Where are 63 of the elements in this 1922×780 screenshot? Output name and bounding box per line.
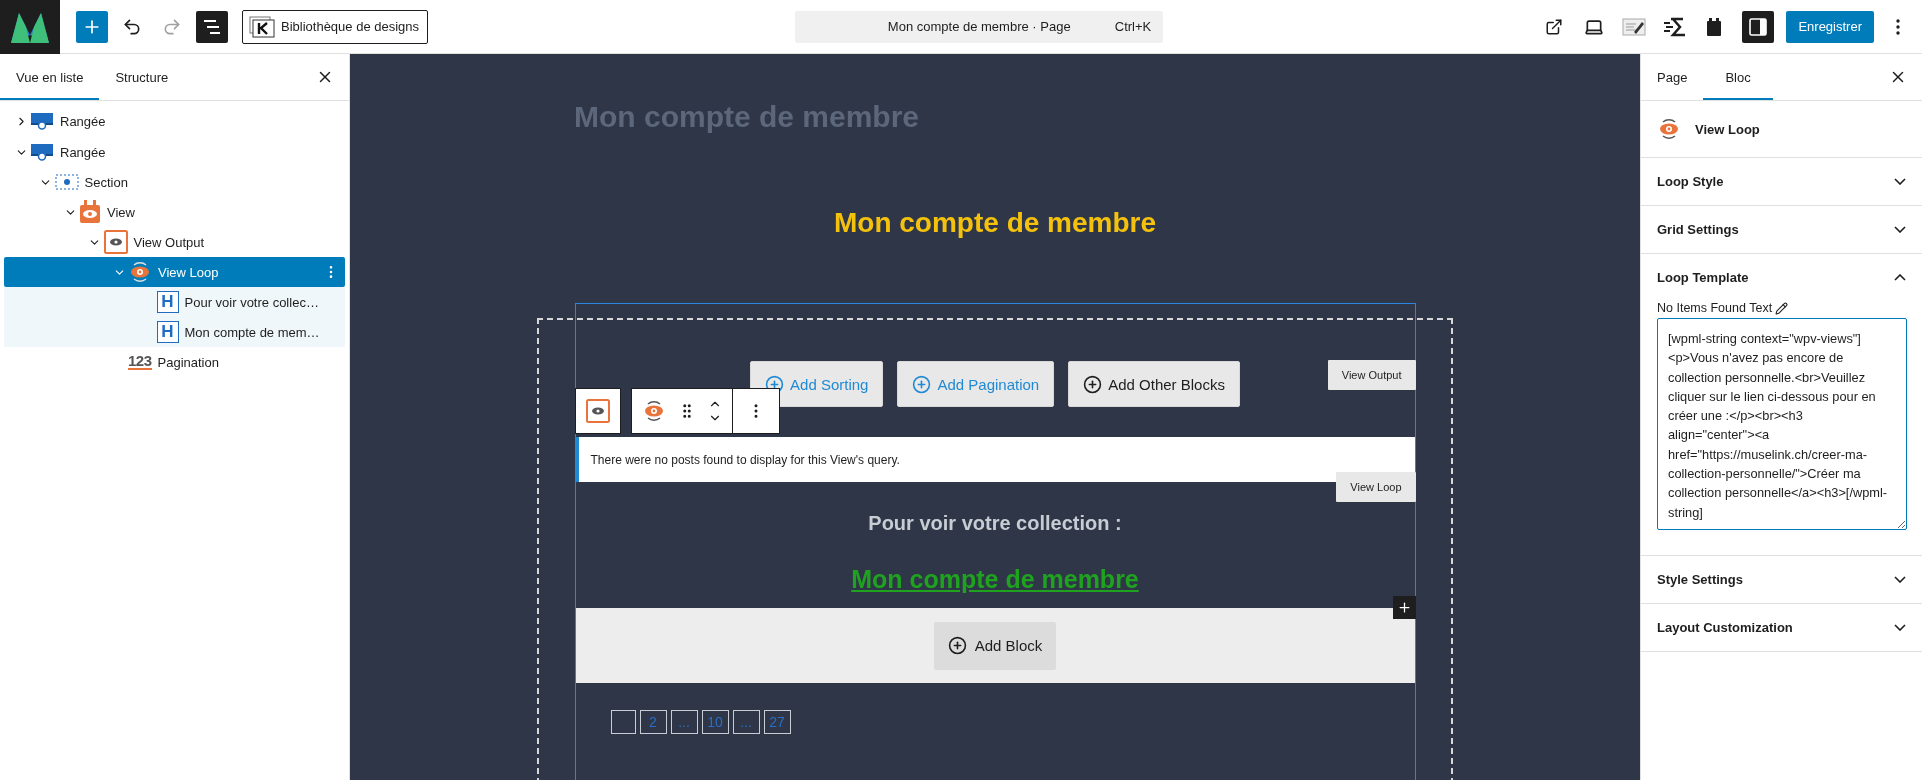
circle-plus-icon (1083, 374, 1103, 394)
chevron-down-icon (1894, 226, 1906, 233)
tree-item[interactable]: H Mon compte de mem… (4, 317, 345, 347)
text-area[interactable]: [wpml-string context="wpv-views"]<p>Vous n'avez pas encore de collection personnelle.<br>Veuillez cliquer sur le lien ci-dessous pour en créer une :</p><br><h3 align="center"><a href="https://muselink.ch/creer-ma-collection-personnelle/">Créer ma collection personnelle</a><h3>[/wpml-string] (1657, 318, 1907, 530)
panel-tab[interactable]: Structure (99, 54, 185, 100)
notice-text: There were no posts found to display for this View's query. (575, 437, 1415, 482)
save-button[interactable]: Enregistrer (1786, 10, 1874, 43)
eye-icon (79, 200, 101, 224)
chevron-down-icon (1894, 178, 1906, 185)
tree-item[interactable]: H Pour voir votre collec… (4, 287, 345, 317)
tree-item[interactable]: 123 Pagination (4, 347, 345, 377)
panel-section-header[interactable]: Loop Style (1641, 158, 1922, 205)
row-icon (30, 143, 54, 161)
tree-item[interactable]: Section (4, 167, 345, 197)
add-button[interactable]: Add Other Blocks (1068, 361, 1240, 407)
loop-heading: Pour voir votre collection : (868, 512, 1122, 535)
logo-icon[interactable] (0, 0, 60, 54)
tree-item[interactable]: Rangée (4, 137, 345, 167)
panel-section-header[interactable]: Loop Template (1641, 254, 1922, 301)
field-label: No Items Found Text (1657, 301, 1773, 315)
section-icon (54, 174, 79, 190)
command-bar[interactable]: Mon compte de membre · Page Ctrl+K (795, 10, 1164, 43)
panel-section-header[interactable]: Style Settings (1641, 556, 1922, 603)
undo-icon (122, 16, 142, 37)
panel-tab[interactable]: Bloc (1703, 54, 1773, 100)
block-title: View Loop (1695, 121, 1760, 137)
eye-icon (128, 260, 152, 284)
panel-tab[interactable]: Page (1641, 54, 1704, 100)
page-button[interactable] (610, 710, 636, 734)
heading-icon: H (156, 321, 179, 343)
chevron-up-icon (1894, 274, 1906, 281)
list-view-icon (202, 18, 222, 35)
panel-section-header[interactable]: Grid Settings (1641, 206, 1922, 253)
circle-plus-icon (912, 374, 932, 394)
circle-plus-icon (947, 636, 967, 655)
add-block-button[interactable]: Add Block (933, 621, 1057, 670)
chevron-down-icon (1894, 624, 1906, 631)
plus-icon (1396, 600, 1412, 615)
add-button[interactable] (1392, 596, 1416, 619)
tree-item[interactable]: Rangée (4, 105, 345, 137)
block-label: View Output (1327, 360, 1416, 390)
eye-icon (103, 230, 128, 254)
sidebar-icon (1748, 16, 1769, 37)
block-label: View Loop (1336, 472, 1416, 502)
eye-icon (1657, 117, 1681, 141)
settings-panel-button[interactable] (1742, 10, 1775, 43)
library-icon (249, 15, 275, 38)
add-block-button[interactable] (76, 10, 108, 43)
heading: Mon compte de membre (833, 207, 1157, 239)
tree-item[interactable]: View Output (4, 227, 345, 257)
design-library-button[interactable]: Bibliothèque de designs (242, 9, 429, 44)
row-icon (30, 112, 54, 130)
heading-link[interactable]: Mon compte de membre (851, 565, 1139, 594)
more-icon (1896, 18, 1900, 35)
redo-icon (162, 16, 182, 37)
eye-icon[interactable] (585, 399, 610, 423)
tree-item[interactable]: View (4, 197, 345, 227)
panel-tab[interactable]: Vue en liste (0, 54, 100, 100)
list-view-button[interactable] (196, 10, 228, 43)
panel-section-header[interactable]: Layout Customization (1641, 604, 1922, 651)
heading-icon: H (156, 291, 179, 313)
pencil-icon[interactable] (1775, 301, 1789, 315)
chevron-down-icon (1894, 576, 1906, 583)
